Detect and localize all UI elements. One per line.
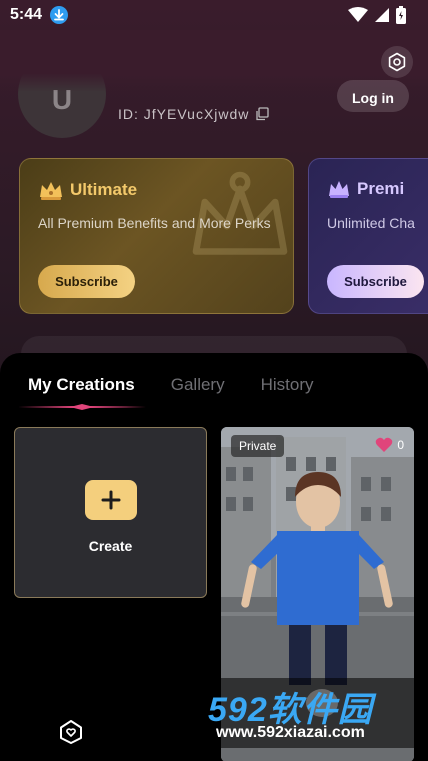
plus-icon	[101, 490, 121, 510]
status-time: 5:44	[10, 6, 43, 23]
wifi-icon	[348, 7, 368, 22]
copy-icon[interactable]	[255, 107, 270, 121]
watermark: 592软件园 www.592xiazai.com	[202, 678, 428, 748]
create-tile[interactable]: Create	[14, 427, 207, 598]
heart-icon	[376, 437, 393, 452]
login-button[interactable]: Log in	[337, 80, 409, 112]
tab-my-creations[interactable]: My Creations	[28, 375, 135, 397]
premium-subscribe-button[interactable]: Subscribe	[327, 265, 424, 298]
crown-icon	[329, 181, 349, 198]
premium-title: Premi	[327, 179, 404, 199]
user-id: ID: JfYEVucXjwdw	[118, 106, 270, 122]
status-icons	[348, 5, 406, 25]
premium-card[interactable]: Premi Unlimited Cha Subscribe	[308, 158, 428, 314]
tab-gallery[interactable]: Gallery	[171, 375, 225, 397]
like-counter[interactable]: 0	[375, 437, 404, 453]
tab-history[interactable]: History	[261, 375, 314, 397]
signal-icon	[375, 8, 389, 22]
ultimate-subscribe-button[interactable]: Subscribe	[38, 265, 135, 298]
ultimate-description: All Premium Benefits and More Perks	[38, 215, 271, 231]
private-badge: Private	[231, 435, 285, 457]
premium-description: Unlimited Cha	[327, 215, 415, 231]
home-icon	[60, 720, 82, 744]
download-icon	[50, 6, 68, 24]
ultimate-card[interactable]: Ultimate All Premium Benefits and More P…	[19, 158, 294, 314]
battery-icon	[396, 6, 406, 24]
watermark-url: www.592xiazai.com	[216, 724, 365, 741]
home-nav-button[interactable]	[58, 719, 84, 745]
like-count: 0	[397, 438, 404, 452]
user-id-text: ID: JfYEVucXjwdw	[118, 106, 250, 122]
tab-bar: My Creations Gallery History	[28, 375, 314, 397]
tab-indicator	[18, 404, 146, 410]
ultimate-title-text: Ultimate	[70, 180, 138, 199]
ultimate-title: Ultimate	[38, 179, 137, 201]
crown-icon	[40, 182, 62, 200]
create-label: Create	[88, 538, 133, 554]
status-bar: 5:44	[0, 0, 428, 30]
plus-button[interactable]	[85, 480, 137, 520]
premium-title-text: Premi	[357, 179, 405, 198]
settings-icon	[388, 52, 406, 72]
settings-button[interactable]	[381, 46, 413, 78]
